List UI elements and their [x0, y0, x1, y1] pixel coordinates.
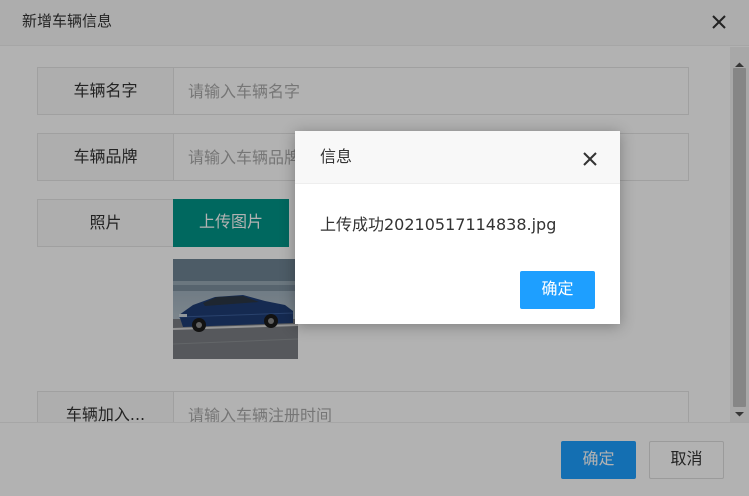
- message-dialog: 信息 上传成功20210517114838.jpg 确定: [295, 131, 620, 324]
- message-dialog-title: 信息: [295, 131, 620, 184]
- upload-success-message: 上传成功20210517114838.jpg: [320, 215, 557, 234]
- close-icon[interactable]: [579, 148, 601, 170]
- message-confirm-button[interactable]: 确定: [520, 271, 595, 309]
